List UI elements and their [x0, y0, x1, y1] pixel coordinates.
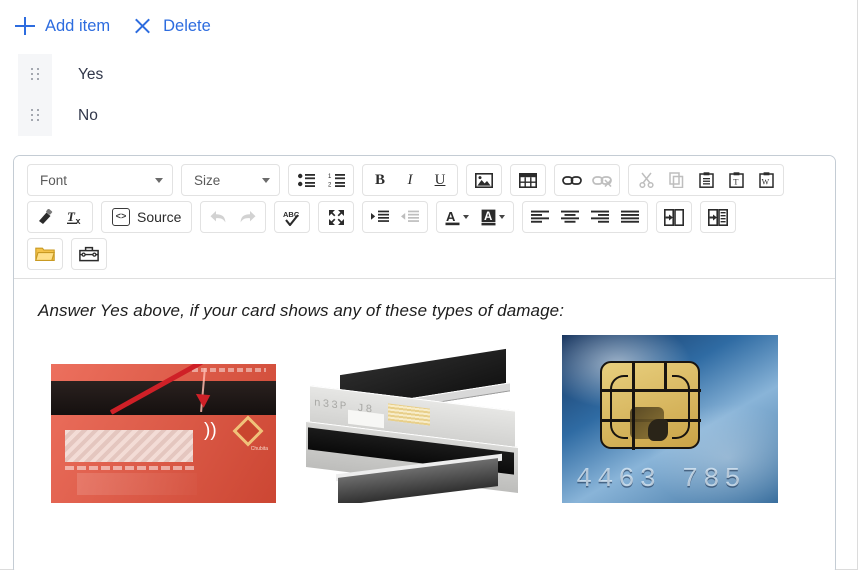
template-group — [700, 201, 737, 233]
svg-text:A: A — [446, 209, 456, 224]
table-icon[interactable] — [513, 167, 543, 193]
list-group: 1 2 — [288, 164, 354, 196]
underline-button[interactable]: U — [425, 167, 455, 193]
browse-server-group — [27, 238, 63, 270]
background-color-button[interactable]: A — [475, 204, 511, 230]
image-card-broken-delaminated[interactable]: n33P J8 — [300, 348, 540, 503]
list-item[interactable]: No — [18, 95, 518, 136]
toolbar-row-3 — [19, 238, 830, 270]
insert-iframe-icon[interactable] — [659, 204, 689, 230]
drag-handle-icon[interactable] — [18, 95, 52, 136]
chevron-down-icon — [155, 177, 163, 183]
code-icon: <> — [112, 208, 130, 226]
toolbar-row-1: Font Size 1 2 B I U T W — [19, 164, 830, 196]
decrease-indent-icon[interactable] — [395, 204, 425, 230]
spellcheck-group: ABC — [274, 201, 311, 233]
toolbox-group — [71, 238, 107, 270]
source-label: Source — [137, 209, 182, 225]
indent-group — [362, 201, 429, 233]
svg-text:1: 1 — [328, 174, 332, 180]
editor-toolbar: Font Size 1 2 B I U T W T x <> Source AB… — [14, 156, 835, 279]
chevron-down-icon — [262, 177, 270, 183]
svg-text:T: T — [733, 177, 739, 187]
browse-server-icon[interactable] — [30, 241, 60, 267]
svg-text:A: A — [484, 211, 492, 223]
table-group — [510, 164, 546, 196]
bold-button[interactable]: B — [365, 167, 395, 193]
paste-icon[interactable] — [691, 167, 721, 193]
strip-text-styling-icon[interactable]: T x — [60, 204, 90, 230]
color-group: A A — [436, 201, 515, 233]
image-card-scratched-magstripe[interactable]: )) Chubita — [51, 364, 276, 503]
source-group: <> Source — [101, 201, 193, 233]
source-button[interactable]: <> Source — [104, 204, 189, 230]
link-icon[interactable] — [557, 167, 587, 193]
editor-content-area[interactable]: Answer Yes above, if your card shows any… — [14, 279, 835, 570]
emv-chip — [599, 360, 701, 450]
maximize-group — [318, 201, 355, 233]
size-dropdown-label: Size — [194, 172, 221, 188]
image-card-damaged-chip[interactable]: 123HF 4463 785 — [562, 335, 778, 503]
align-center-icon[interactable] — [555, 204, 585, 230]
history-group — [200, 201, 267, 233]
add-item-button[interactable]: Add item — [14, 15, 110, 37]
svg-text:W: W — [761, 178, 769, 187]
option-list: Yes No — [18, 54, 518, 136]
content-paragraph: Answer Yes above, if your card shows any… — [38, 301, 565, 320]
page-root: Add item Delete Yes No Font Size 1 2 B I… — [0, 0, 858, 570]
chevron-down-icon — [499, 215, 506, 219]
justify-icon[interactable] — [615, 204, 645, 230]
plus-icon — [14, 15, 36, 37]
cut-icon[interactable] — [631, 167, 661, 193]
redo-icon[interactable] — [233, 204, 263, 230]
link-group — [554, 164, 620, 196]
numbered-list-button[interactable]: 1 2 — [321, 167, 351, 193]
spell-check-icon[interactable]: ABC — [277, 204, 307, 230]
option-label: Yes — [78, 65, 104, 83]
toolbar-row-2: T x <> Source ABC A A — [19, 201, 830, 233]
alignment-group — [522, 201, 649, 233]
align-right-icon[interactable] — [585, 204, 615, 230]
font-dropdown-label: Font — [40, 172, 68, 188]
drag-handle-icon[interactable] — [18, 54, 52, 95]
svg-text:2: 2 — [328, 183, 332, 188]
unlink-icon[interactable] — [587, 167, 617, 193]
size-dropdown[interactable]: Size — [181, 164, 280, 196]
remove-format-icon[interactable] — [30, 204, 60, 230]
paste-as-plain-text-icon[interactable]: T — [721, 167, 751, 193]
toolbox-icon[interactable] — [74, 241, 104, 267]
contactless-icon: )) — [204, 420, 217, 441]
copy-icon[interactable] — [661, 167, 691, 193]
undo-icon[interactable] — [203, 204, 233, 230]
image-group — [466, 164, 502, 196]
text-style-group: B I U — [362, 164, 458, 196]
clipboard-group: T W — [628, 164, 784, 196]
delete-button[interactable]: Delete — [132, 15, 211, 37]
content-image-row: )) Chubita n33P J8 4463 785 — [38, 335, 811, 503]
increase-indent-icon[interactable] — [365, 204, 395, 230]
add-item-label: Add item — [45, 16, 111, 35]
align-left-icon[interactable] — [525, 204, 555, 230]
italic-button[interactable]: I — [395, 167, 425, 193]
option-label: No — [78, 106, 98, 124]
rich-text-editor: Font Size 1 2 B I U T W T x <> Source AB… — [13, 155, 836, 570]
font-dropdown[interactable]: Font — [27, 164, 173, 196]
text-color-button[interactable]: A — [439, 204, 475, 230]
list-item[interactable]: Yes — [18, 54, 518, 95]
format-clear-group: T x — [27, 201, 93, 233]
maximize-icon[interactable] — [321, 204, 351, 230]
image-icon[interactable] — [469, 167, 499, 193]
iframe-group — [656, 201, 693, 233]
action-bar: Add item Delete — [0, 0, 858, 52]
delete-label: Delete — [163, 16, 211, 35]
close-x-icon — [132, 15, 154, 37]
chevron-down-icon — [463, 215, 470, 219]
bulleted-list-button[interactable] — [291, 167, 321, 193]
paste-from-word-icon[interactable]: W — [751, 167, 781, 193]
insert-template-icon[interactable] — [703, 204, 733, 230]
